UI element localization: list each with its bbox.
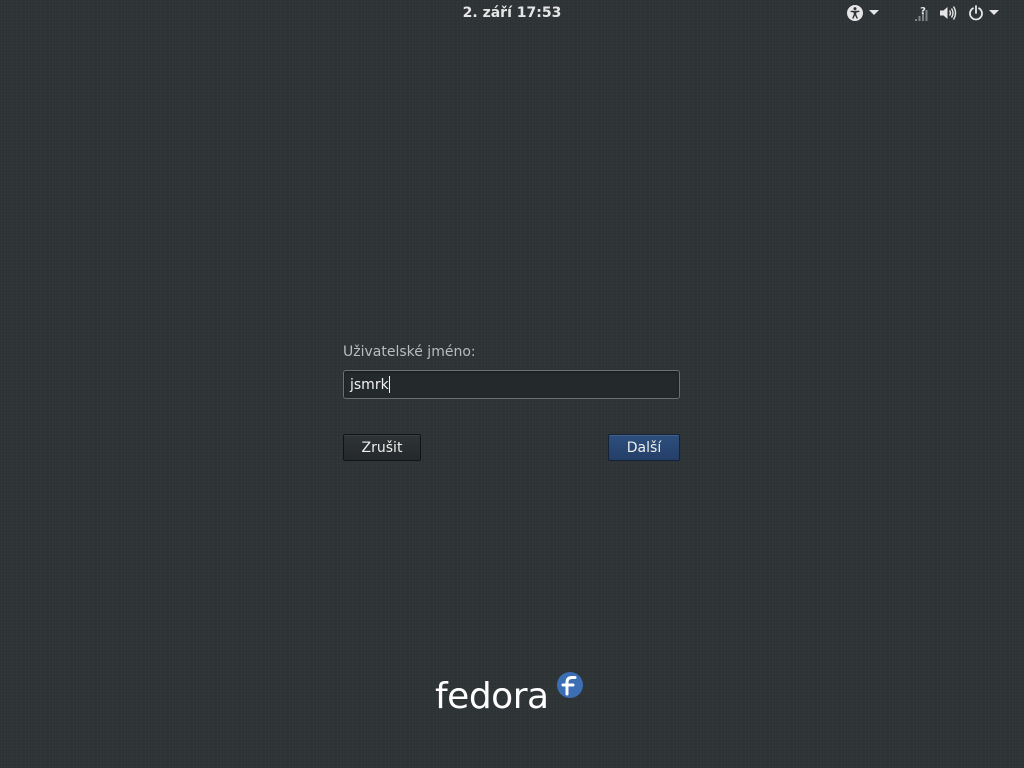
network-unknown-icon: ? xyxy=(914,4,930,22)
cancel-button[interactable]: Zrušit xyxy=(343,434,421,461)
chevron-down-icon xyxy=(869,10,879,16)
accessibility-menu[interactable] xyxy=(846,3,879,23)
username-value: jsmrk xyxy=(350,376,389,393)
fedora-infinity-icon xyxy=(556,671,584,699)
system-menu[interactable]: ? xyxy=(914,3,999,23)
volume-icon xyxy=(939,5,957,21)
power-icon xyxy=(968,5,984,21)
fedora-wordmark: fedora xyxy=(435,676,549,717)
next-button[interactable]: Další xyxy=(608,434,680,461)
username-input[interactable]: jsmrk xyxy=(343,370,680,399)
accessibility-icon xyxy=(846,4,864,22)
text-caret xyxy=(388,376,390,393)
fedora-logo: fedora xyxy=(435,670,585,720)
chevron-down-icon xyxy=(989,10,999,16)
username-prompt-label: Uživatelské jméno: xyxy=(343,344,476,360)
top-bar: 2. září 17:53 ? xyxy=(0,0,1024,27)
svg-text:?: ? xyxy=(920,6,926,17)
